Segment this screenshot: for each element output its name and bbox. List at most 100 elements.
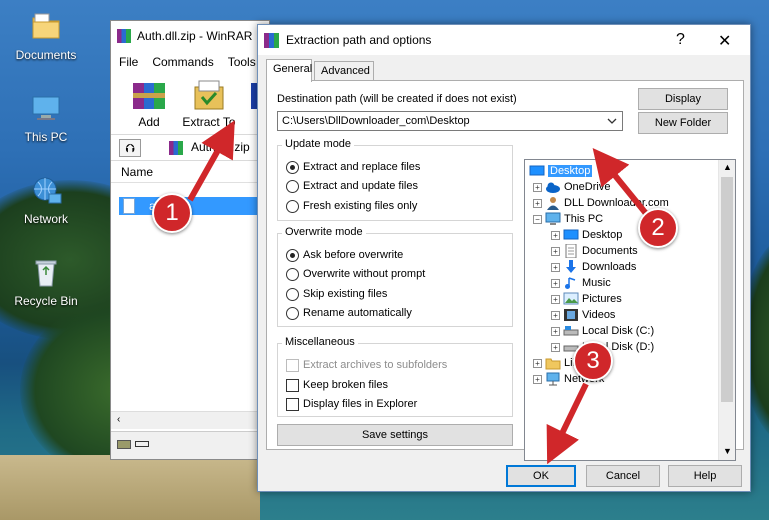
desktop-icon-label: Documents [15, 48, 77, 62]
up-folder-button[interactable]: ⮉ [119, 139, 141, 157]
dialog-titlebar[interactable]: Extraction path and options ? ✕ [258, 25, 750, 55]
radio-fresh-existing[interactable]: Fresh existing files only [286, 198, 417, 214]
expand-icon[interactable]: + [551, 246, 560, 256]
expand-icon[interactable]: + [551, 326, 560, 336]
tree-item-desktop[interactable]: Desktop [529, 163, 593, 179]
radio-button[interactable] [286, 267, 299, 281]
option-label: Ask before overwrite [303, 249, 404, 261]
tree-item-label: Desktop [582, 229, 623, 241]
expand-icon[interactable]: + [551, 342, 560, 352]
scroll-left-arrow[interactable]: ‹ [117, 414, 120, 425]
tree-item-downloads[interactable]: + Downloads [551, 259, 636, 275]
chevron-down-icon[interactable] [605, 114, 619, 128]
desktop-icon-network[interactable]: Network [2, 174, 90, 226]
checkbox[interactable] [286, 378, 299, 392]
destination-path-combobox[interactable]: C:\Users\DllDownloader_com\Desktop [277, 111, 623, 131]
tree-item-pictures[interactable]: + Pictures [551, 291, 622, 307]
expand-icon[interactable]: + [551, 294, 560, 304]
checkbox-display-in-explorer[interactable]: Display files in Explorer [286, 396, 417, 412]
cancel-button[interactable]: Cancel [586, 465, 660, 487]
radio-button[interactable] [286, 179, 299, 193]
radio-button[interactable] [286, 199, 299, 213]
column-header-name[interactable]: Name [111, 161, 269, 183]
expand-icon[interactable]: + [551, 262, 560, 272]
tab-advanced[interactable]: Advanced [314, 61, 374, 81]
checkbox[interactable] [286, 397, 299, 411]
winrar-statusbar [111, 431, 269, 459]
desktop-icon-documents[interactable]: Documents [2, 10, 90, 62]
expand-icon[interactable]: + [533, 182, 542, 192]
tree-item-music[interactable]: + Music [551, 275, 611, 291]
expand-icon[interactable]: + [533, 358, 542, 368]
tree-vertical-scrollbar[interactable]: ▲ ▼ [718, 160, 735, 460]
extract-to-button[interactable]: Extract To [177, 77, 241, 129]
expand-icon[interactable]: + [533, 374, 542, 384]
music-icon [563, 276, 579, 290]
document-icon [563, 243, 579, 259]
expand-icon[interactable]: + [533, 198, 542, 208]
checkbox-keep-broken-files[interactable]: Keep broken files [286, 377, 388, 393]
menu-tools[interactable]: Tools [228, 55, 256, 69]
radio-skip-existing[interactable]: Skip existing files [286, 286, 387, 302]
save-settings-button[interactable]: Save settings [277, 424, 513, 446]
radio-rename-automatically[interactable]: Rename automatically [286, 305, 412, 321]
radio-button[interactable] [286, 287, 299, 301]
radio-button[interactable] [286, 160, 299, 174]
drive-icon [117, 440, 131, 449]
tree-item-label: Downloads [582, 261, 637, 273]
expand-icon[interactable]: + [551, 278, 560, 288]
radio-extract-replace[interactable]: Extract and replace files [286, 159, 420, 175]
help-title-button[interactable]: ? [676, 31, 685, 49]
winrar-titlebar[interactable]: Auth.dll.zip - WinRAR [111, 21, 269, 51]
radio-button[interactable] [286, 306, 299, 320]
expand-icon[interactable]: + [551, 230, 560, 240]
update-mode-group: Update mode Extract and replace files Ex… [277, 138, 513, 221]
archive-path[interactable]: Auth.dll.zip [191, 140, 250, 154]
miscellaneous-title: Miscellaneous [282, 336, 358, 348]
tree-item-dll-downloader[interactable]: + DLL Downloader.com [533, 195, 669, 211]
winrar-window: Auth.dll.zip - WinRAR File Commands Tool… [110, 20, 270, 460]
tree-item-this-pc[interactable]: − This PC [533, 211, 603, 227]
display-button[interactable]: Display [638, 88, 728, 110]
scroll-down-arrow[interactable]: ▼ [723, 446, 732, 456]
radio-extract-update[interactable]: Extract and update files [286, 178, 418, 194]
option-label: Extract archives to subfolders [303, 359, 448, 371]
tree-item-onedrive[interactable]: + OneDrive [533, 179, 610, 195]
add-button[interactable]: Add [119, 77, 179, 129]
folder-tree[interactable]: Desktop + OneDrive + DLL Downloader.com … [524, 159, 736, 461]
tree-item-videos[interactable]: + Videos [551, 307, 615, 323]
cloud-icon [545, 180, 561, 194]
download-icon [563, 260, 579, 274]
tab-general[interactable]: General [266, 59, 312, 82]
tree-item-documents[interactable]: + Documents [551, 243, 638, 259]
help-button[interactable]: Help [668, 465, 742, 487]
network-icon [29, 174, 63, 208]
file-row[interactable]: auth [119, 197, 269, 215]
desktop-icon-recycle-bin[interactable]: Recycle Bin [2, 256, 90, 308]
desktop-folder-icon [529, 164, 545, 178]
collapse-icon[interactable]: − [533, 214, 542, 224]
close-button[interactable]: ✕ [718, 31, 731, 51]
scroll-up-arrow[interactable]: ▲ [723, 162, 732, 172]
desktop-icon-this-pc[interactable]: This PC [2, 92, 90, 144]
archive-add-icon [129, 77, 169, 113]
expand-icon[interactable]: + [551, 310, 560, 320]
radio-overwrite-without-prompt[interactable]: Overwrite without prompt [286, 266, 425, 282]
menu-commands[interactable]: Commands [152, 55, 213, 69]
new-folder-button[interactable]: New Folder [638, 112, 728, 134]
tree-item-label: Documents [582, 245, 638, 257]
horizontal-scrollbar[interactable]: ‹ [111, 411, 269, 429]
miscellaneous-group: Miscellaneous Extract archives to subfol… [277, 336, 513, 417]
tree-item-pc-desktop[interactable]: + Desktop [551, 227, 622, 243]
radio-button[interactable] [286, 248, 299, 262]
tree-item-local-disk-c[interactable]: + Local Disk (C:) [551, 323, 654, 339]
beach-sand [0, 455, 260, 520]
menu-file[interactable]: File [119, 55, 138, 69]
winrar-pathbar: ⮉ Auth.dll.zip [111, 135, 269, 161]
ok-button[interactable]: OK [506, 465, 576, 487]
scroll-thumb[interactable] [721, 177, 733, 402]
radio-ask-before-overwrite[interactable]: Ask before overwrite [286, 247, 403, 263]
checkbox-extract-to-subfolders: Extract archives to subfolders [286, 357, 447, 373]
tree-item-label: Videos [582, 309, 616, 321]
key-icon [135, 441, 149, 447]
